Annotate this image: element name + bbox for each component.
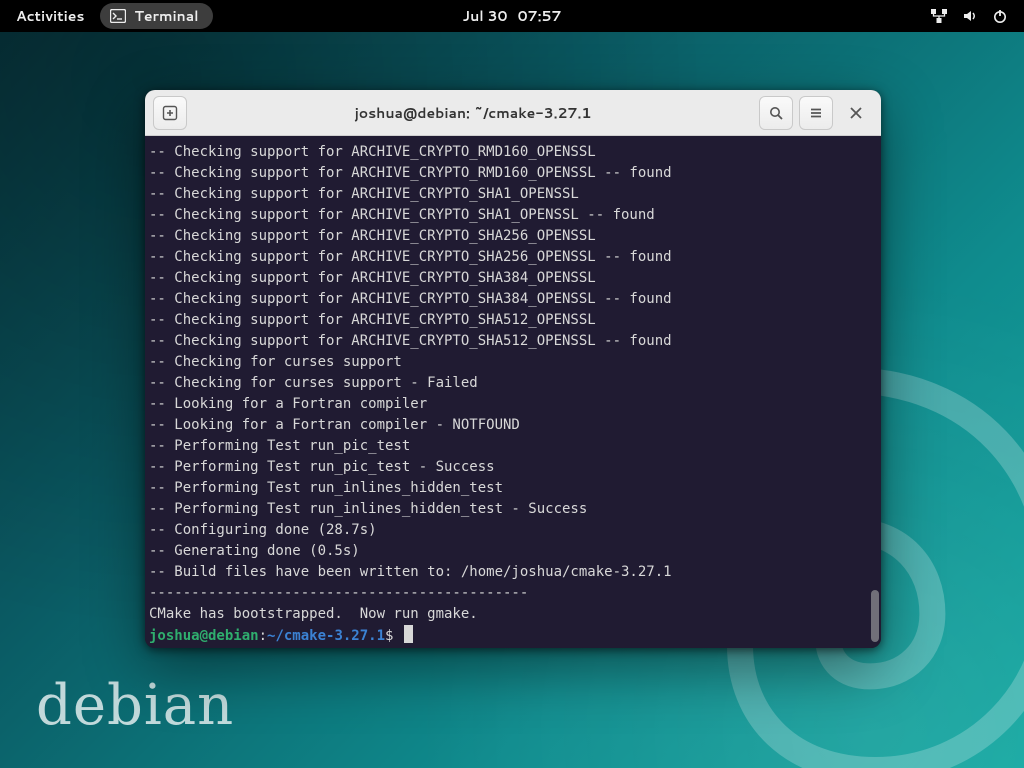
scrollbar-thumb[interactable]	[871, 590, 879, 642]
window-titlebar[interactable]: joshua@debian: ~/cmake-3.27.1	[145, 90, 881, 136]
prompt-symbol: $	[385, 628, 393, 644]
close-icon	[849, 100, 863, 126]
new-tab-button[interactable]	[153, 96, 187, 130]
terminal-body[interactable]: -- Checking support for ARCHIVE_CRYPTO_R…	[145, 136, 881, 648]
terminal-output: -- Checking support for ARCHIVE_CRYPTO_R…	[149, 142, 877, 625]
window-title: joshua@debian: ~/cmake-3.27.1	[193, 103, 753, 123]
topbar-time: 07:57	[518, 6, 562, 26]
prompt-separator: :	[259, 628, 267, 644]
hamburger-icon	[808, 105, 824, 121]
topbar-left: Activities Terminal	[8, 2, 213, 30]
hamburger-menu-button[interactable]	[799, 96, 833, 130]
volume-icon[interactable]	[962, 8, 978, 24]
topbar-right	[930, 8, 1016, 24]
close-button[interactable]	[839, 96, 873, 130]
new-tab-icon	[162, 105, 178, 121]
terminal-prompt-line: joshua@debian:~/cmake-3.27.1$	[149, 625, 877, 647]
active-app-pill[interactable]: Terminal	[100, 3, 212, 29]
activities-button[interactable]: Activities	[8, 2, 92, 30]
debian-wordmark: debian	[36, 673, 234, 738]
search-button[interactable]	[759, 96, 793, 130]
prompt-path: ~/cmake-3.27.1	[267, 628, 385, 644]
terminal-icon	[110, 9, 126, 23]
prompt-user: joshua@debian	[149, 628, 259, 644]
terminal-window: joshua@debian: ~/cmake-3.27.1 -- Checkin…	[145, 90, 881, 648]
debian-wordmark-text: debian	[36, 673, 234, 738]
clock-area[interactable]: Jul 30 07:57	[463, 6, 562, 26]
topbar-date: Jul 30	[463, 6, 508, 26]
search-icon	[768, 105, 784, 121]
activities-label: Activities	[16, 6, 84, 26]
active-app-name: Terminal	[134, 6, 198, 26]
terminal-scrollbar[interactable]	[869, 136, 879, 648]
terminal-cursor	[404, 625, 413, 643]
power-icon[interactable]	[992, 8, 1008, 24]
gnome-top-bar: Activities Terminal Jul 30 07:57	[0, 0, 1024, 32]
network-icon[interactable]	[930, 8, 948, 24]
